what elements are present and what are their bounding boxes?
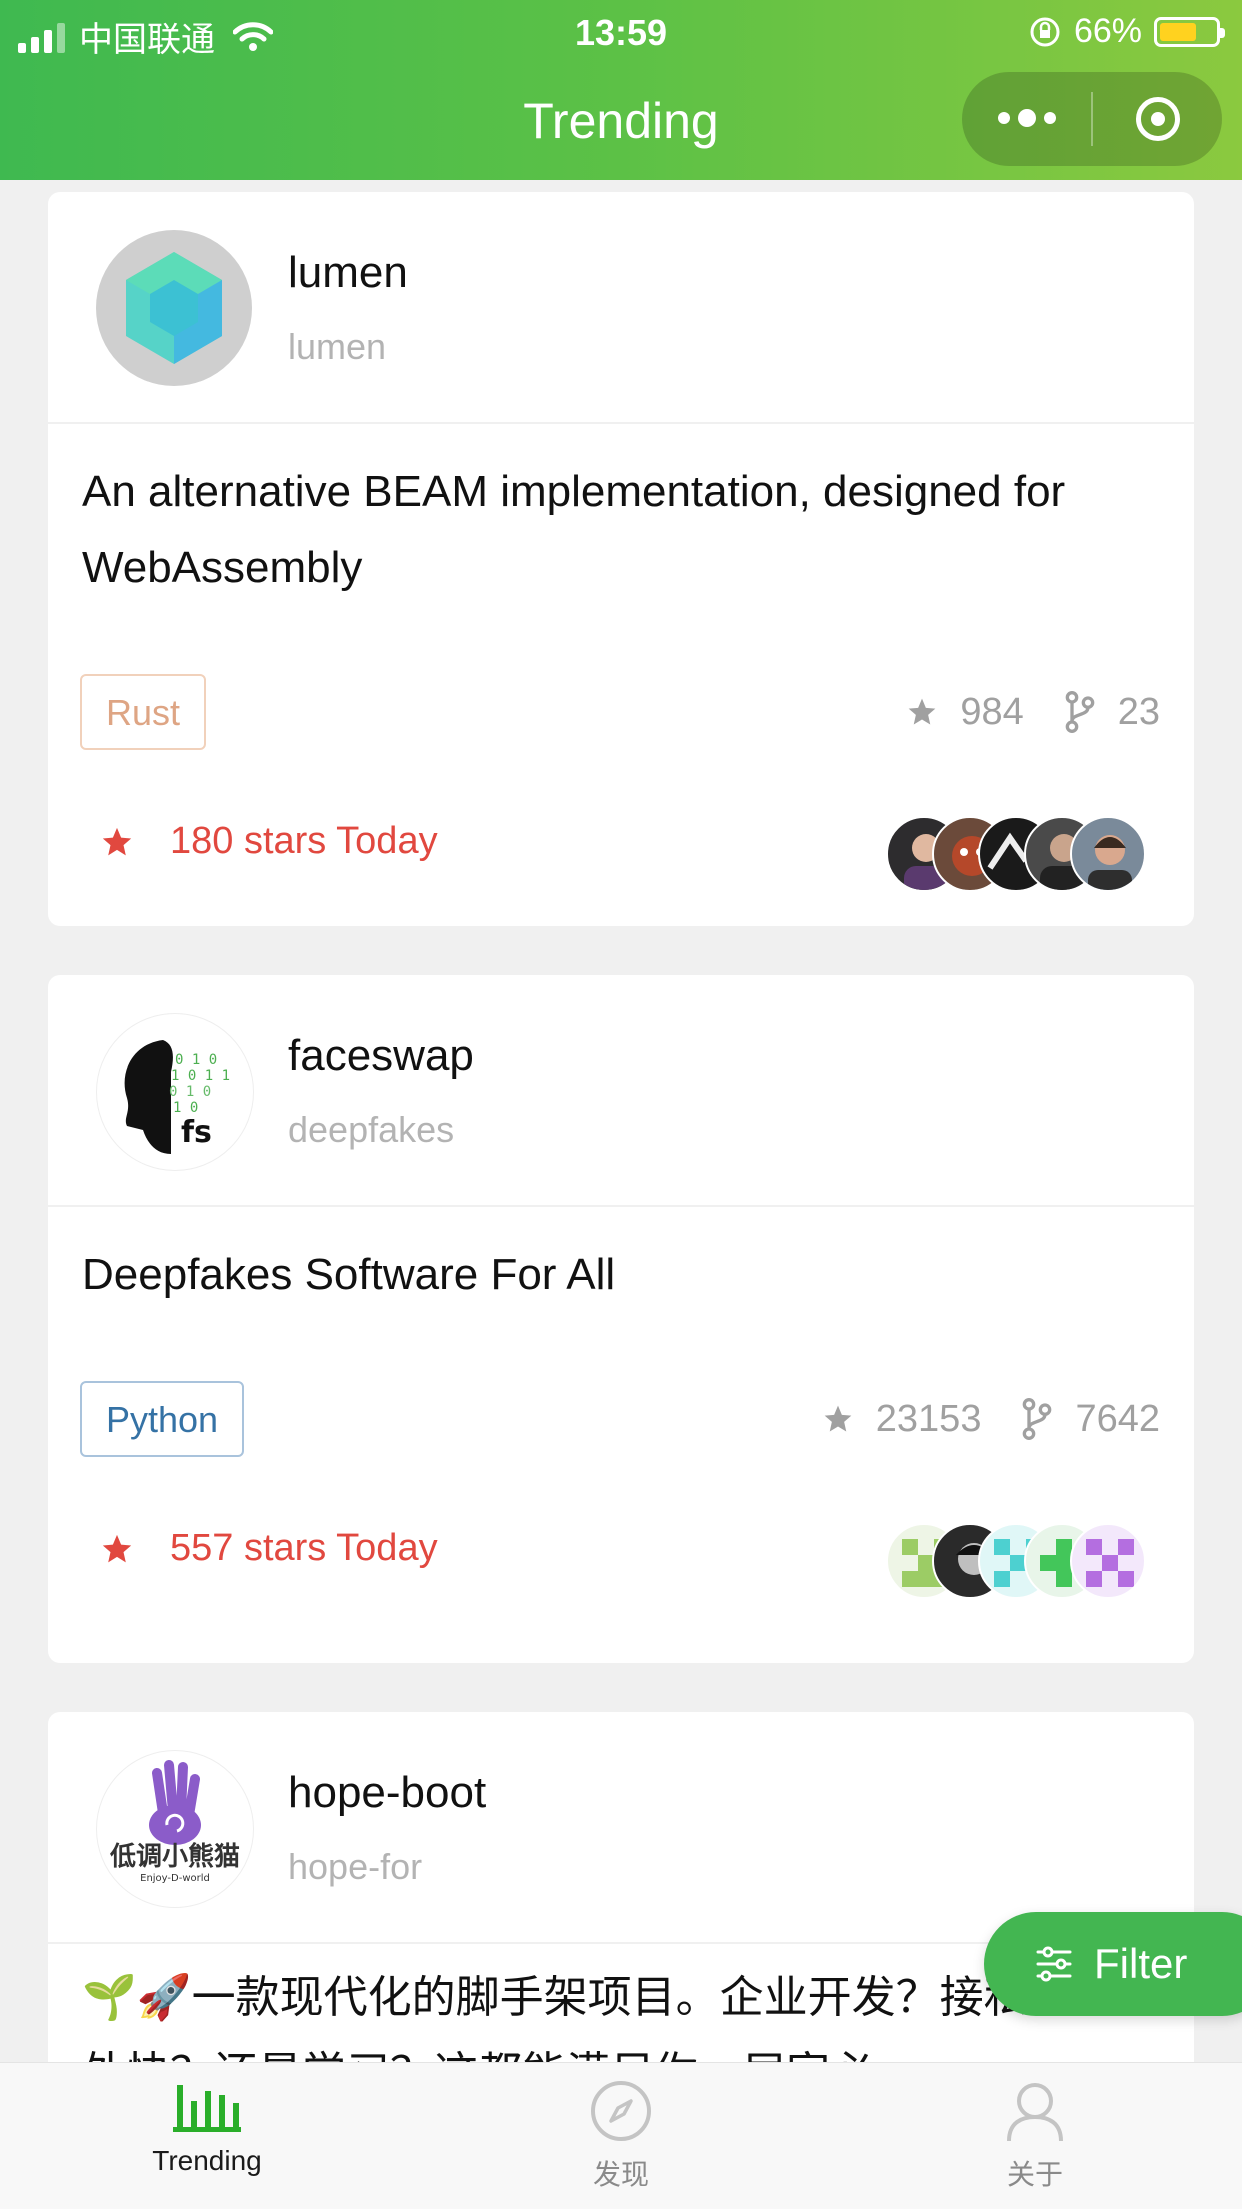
repo-header: 低调小熊猫 Enjoy-D-world hope-boot hope-for <box>48 1712 1194 1944</box>
fork-icon <box>1065 690 1095 733</box>
repo-header: fs 0 1 0 1 0 1 1 0 1 0 1 0 faceswap deep… <box>48 975 1194 1207</box>
tab-label: 发现 <box>592 2159 649 2190</box>
tab-about[interactable]: 关于 <box>828 2063 1242 2209</box>
repo-stats: 984 23 <box>906 690 1160 734</box>
repo-card[interactable]: fs 0 1 0 1 0 1 1 0 1 0 1 0 faceswap deep… <box>48 975 1194 1663</box>
repo-name[interactable]: lumen <box>288 248 408 298</box>
compass-icon <box>591 2081 651 2141</box>
star-icon <box>102 1534 132 1562</box>
repo-description: An alternative BEAM implementation, desi… <box>82 467 1066 592</box>
star-icon <box>824 1405 852 1432</box>
star-icon <box>908 698 936 725</box>
contributor-avatar[interactable] <box>1070 816 1146 892</box>
repo-owner[interactable]: deepfakes <box>288 1109 454 1151</box>
app-header: 中国联通 13:59 66% Trending <box>0 0 1242 180</box>
svg-text:0 1 0: 0 1 0 <box>175 1052 217 1068</box>
repo-stats: 23153 7642 <box>822 1397 1160 1441</box>
close-target-icon <box>1135 97 1180 141</box>
svg-text:1 0: 1 0 <box>173 1100 198 1116</box>
fork-count: 23 <box>1117 690 1160 733</box>
bottom-tab-bar: Trending 发现 关于 <box>0 2062 1242 2209</box>
language-tag: Python <box>80 1381 245 1457</box>
fork-count: 7642 <box>1075 1397 1160 1440</box>
repo-avatar: 低调小熊猫 Enjoy-D-world <box>96 1750 254 1908</box>
battery-percent: 66% <box>1073 12 1142 50</box>
avatar-logo-subtext: Enjoy-D-world <box>140 1873 210 1884</box>
repo-name[interactable]: faceswap <box>288 1031 474 1081</box>
stars-today: 557 stars Today <box>100 1527 438 1570</box>
repo-avatar <box>96 230 252 386</box>
stars-today-label: 557 stars Today <box>170 1527 438 1569</box>
more-dots-icon <box>997 108 1056 127</box>
filter-button[interactable]: Filter <box>984 1912 1242 2016</box>
repo-owner[interactable]: hope-for <box>288 1846 422 1888</box>
contributor-avatar[interactable] <box>1070 1523 1146 1599</box>
status-bar: 中国联通 13:59 66% <box>0 0 1242 62</box>
more-button[interactable] <box>962 72 1091 166</box>
fork-icon <box>1023 1398 1052 1440</box>
repo-card[interactable]: lumen lumen An alternative BEAM implemen… <box>48 192 1194 926</box>
repo-feed[interactable]: lumen lumen An alternative BEAM implemen… <box>0 180 1242 2062</box>
stars-today: 180 stars Today <box>100 820 438 863</box>
star-count: 23153 <box>875 1397 982 1440</box>
status-right: 66% <box>1028 12 1225 51</box>
bar-chart-icon <box>173 2085 241 2132</box>
tab-trending[interactable]: Trending <box>0 2063 414 2209</box>
tab-label: Trending <box>152 2145 262 2176</box>
sliders-icon <box>1036 1946 1072 1982</box>
tab-label: 关于 <box>1006 2159 1063 2190</box>
avatar-logo-text: 低调小熊猫 <box>109 1841 240 1872</box>
svg-text:0 1 0: 0 1 0 <box>169 1084 211 1100</box>
battery-icon <box>1154 16 1225 47</box>
close-miniprogram-button[interactable] <box>1093 72 1222 166</box>
filter-label: Filter <box>1094 1940 1188 1987</box>
repo-description: Deepfakes Software For All <box>82 1250 616 1299</box>
contributors <box>886 1523 1146 1599</box>
repo-avatar: fs 0 1 0 1 0 1 1 0 1 0 1 0 <box>96 1013 254 1171</box>
stars-today-label: 180 stars Today <box>170 820 438 862</box>
star-count: 984 <box>960 690 1024 733</box>
repo-name[interactable]: hope-boot <box>288 1768 486 1818</box>
contributors <box>886 816 1146 892</box>
tab-discover[interactable]: 发现 <box>414 2063 828 2209</box>
user-icon <box>1007 2083 1063 2142</box>
orientation-lock-icon <box>1030 17 1060 46</box>
svg-text:fs: fs <box>181 1115 212 1150</box>
repo-header: lumen lumen <box>48 192 1194 424</box>
language-tag: Rust <box>80 674 207 750</box>
repo-owner[interactable]: lumen <box>288 326 386 368</box>
star-icon <box>102 827 132 855</box>
svg-text:1 0 1 1: 1 0 1 1 <box>171 1068 230 1084</box>
miniprogram-capsule <box>962 72 1222 166</box>
